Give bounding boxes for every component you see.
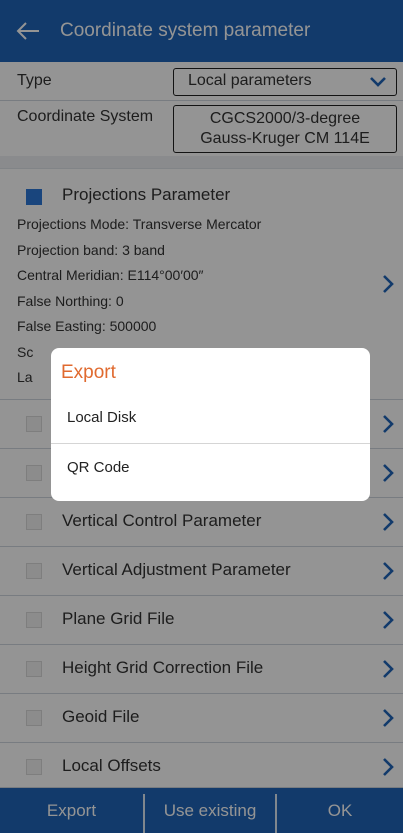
local-disk-option[interactable]: Local Disk: [51, 394, 370, 444]
dialog-title: Export: [61, 362, 116, 383]
local-disk-label: Local Disk: [67, 409, 137, 426]
export-dialog: Export Local Disk QR Code: [51, 348, 370, 501]
screen: Coordinate system parameter Type Local p…: [0, 0, 403, 833]
qr-code-option[interactable]: QR Code: [51, 444, 370, 494]
qr-code-label: QR Code: [67, 459, 130, 476]
